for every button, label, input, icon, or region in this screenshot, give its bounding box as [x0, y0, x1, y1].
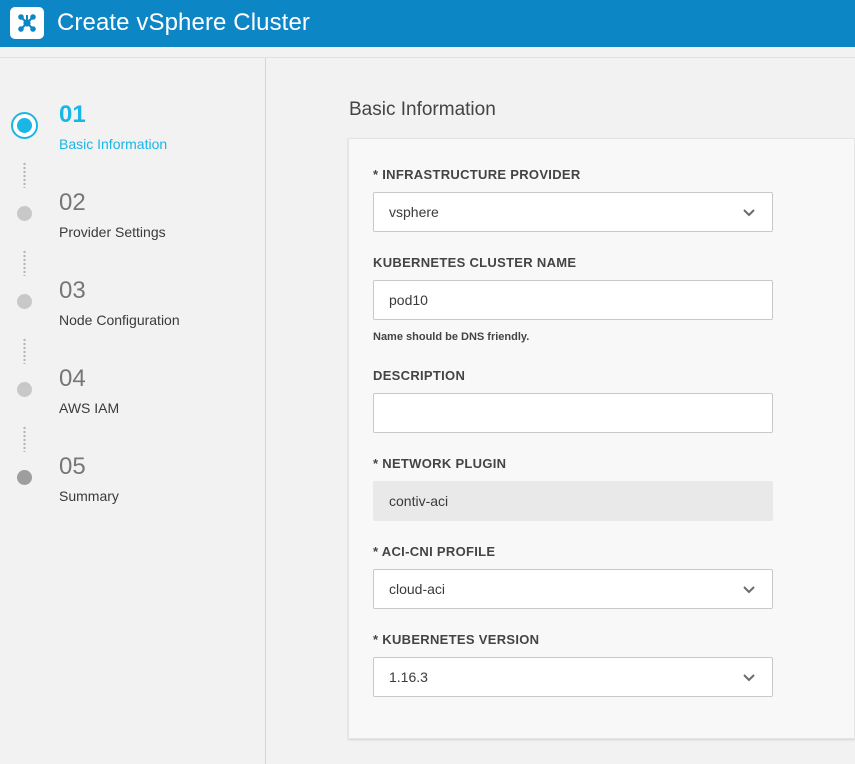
- description-input[interactable]: [373, 393, 773, 433]
- aci-cni-profile-label: * ACI-CNI PROFILE: [373, 544, 496, 559]
- chevron-down-icon: [743, 586, 755, 594]
- step-connector: [23, 162, 26, 188]
- step-1-label[interactable]: Basic Information: [59, 136, 167, 152]
- cluster-name-label: KUBERNETES CLUSTER NAME: [373, 255, 577, 270]
- step-1-number: 01: [59, 101, 86, 128]
- step-connector: [23, 250, 26, 276]
- aci-cni-profile-select[interactable]: cloud-aci: [373, 569, 773, 609]
- infra-provider-select[interactable]: vsphere: [373, 192, 773, 232]
- infra-provider-label: * INFRASTRUCTURE PROVIDER: [373, 167, 581, 182]
- cluster-name-hint: Name should be DNS friendly.: [373, 331, 530, 343]
- network-plugin-value: contiv-aci: [389, 493, 449, 509]
- aci-cni-profile-value: cloud-aci: [389, 581, 446, 597]
- cluster-name-value: pod10: [389, 292, 428, 308]
- wizard-steps-sidebar: [0, 58, 266, 764]
- step-2-number: 02: [59, 189, 86, 216]
- k8s-version-value: 1.16.3: [389, 669, 428, 685]
- k8s-version-select[interactable]: 1.16.3: [373, 657, 773, 697]
- step-4-indicator: [17, 382, 32, 397]
- infra-provider-value: vsphere: [389, 204, 439, 220]
- step-5-label[interactable]: Summary: [59, 488, 119, 504]
- step-5-indicator: [17, 470, 32, 485]
- step-4-number: 04: [59, 365, 86, 392]
- chevron-down-icon: [743, 674, 755, 682]
- step-connector: [23, 426, 26, 452]
- step-4-label[interactable]: AWS IAM: [59, 400, 119, 416]
- page-title: Create vSphere Cluster: [57, 9, 310, 36]
- step-3-indicator: [17, 294, 32, 309]
- network-hub-icon: [10, 7, 44, 39]
- step-1-indicator: [11, 112, 38, 139]
- step-3-number: 03: [59, 277, 86, 304]
- step-connector: [23, 338, 26, 364]
- network-plugin-field: contiv-aci: [373, 481, 773, 521]
- chevron-down-icon: [743, 209, 755, 217]
- section-title: Basic Information: [349, 99, 496, 120]
- step-2-label[interactable]: Provider Settings: [59, 224, 166, 240]
- step-3-label[interactable]: Node Configuration: [59, 312, 180, 328]
- description-label: DESCRIPTION: [373, 368, 466, 383]
- k8s-version-label: * KUBERNETES VERSION: [373, 632, 540, 647]
- app-header: Create vSphere Cluster: [0, 0, 855, 47]
- cluster-name-input[interactable]: pod10: [373, 280, 773, 320]
- network-plugin-label: * NETWORK PLUGIN: [373, 456, 507, 471]
- step-2-indicator: [17, 206, 32, 221]
- step-5-number: 05: [59, 453, 86, 480]
